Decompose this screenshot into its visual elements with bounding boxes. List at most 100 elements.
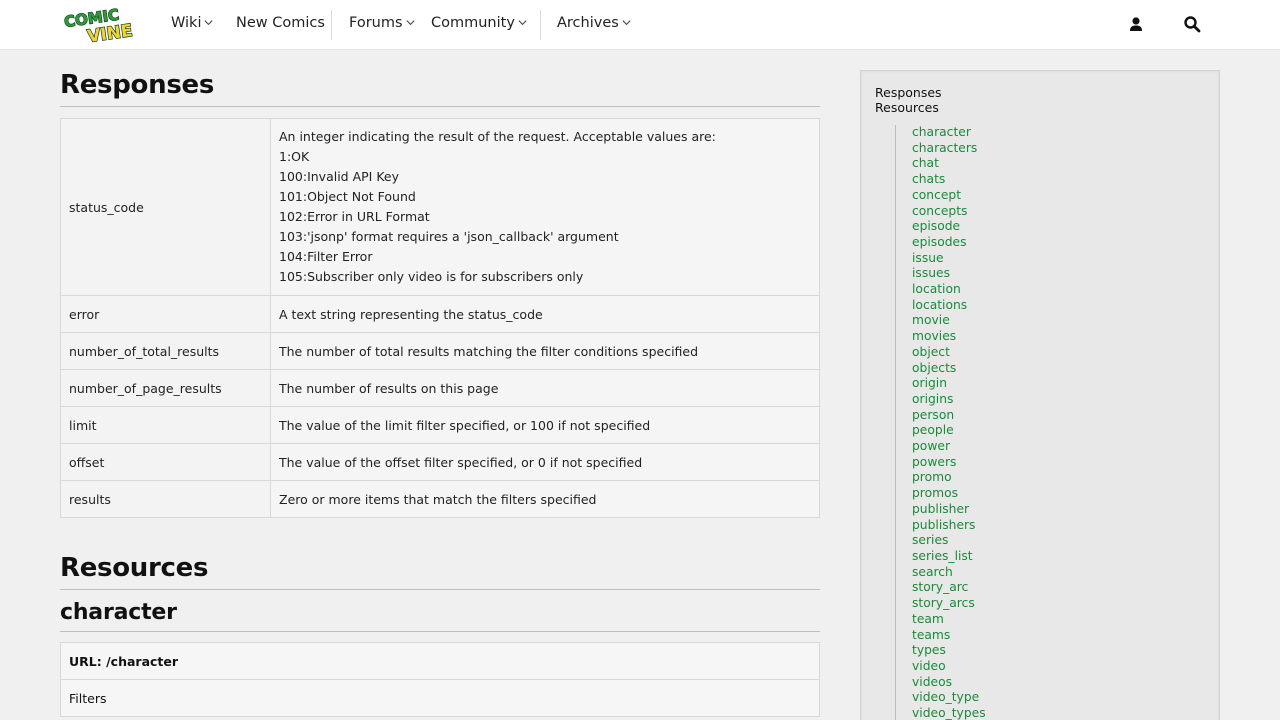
- sidebar-link-resources[interactable]: Resources: [875, 100, 942, 115]
- resource-url: URL: /character: [60, 642, 820, 680]
- nav-community-label: Community: [431, 15, 515, 31]
- sidebar-item[interactable]: types: [912, 643, 986, 659]
- table-row: number_of_page_results The number of res…: [60, 369, 820, 407]
- sidebar-item[interactable]: episode: [912, 219, 986, 235]
- nav-forums-label: Forums: [349, 15, 403, 31]
- response-key: number_of_page_results: [60, 369, 271, 407]
- response-description: The value of the offset filter specified…: [270, 443, 820, 481]
- sidebar-top-links: Responses Resources: [875, 85, 942, 115]
- nav-divider: [540, 10, 541, 40]
- table-row: Filters: [60, 679, 820, 717]
- table-row: offset The value of the offset filter sp…: [60, 443, 820, 481]
- responses-heading: Responses: [60, 70, 820, 107]
- resources-heading: Resources: [60, 553, 820, 590]
- sidebar-item[interactable]: movie: [912, 313, 986, 329]
- response-key: offset: [60, 443, 271, 481]
- description-line: An integer indicating the result of the …: [279, 129, 716, 144]
- nav-wiki-label: Wiki: [171, 15, 202, 31]
- nav-wiki[interactable]: Wiki: [171, 15, 214, 31]
- sidebar-item[interactable]: chat: [912, 156, 986, 172]
- response-key: error: [60, 295, 271, 333]
- chevron-down-icon: [518, 20, 527, 26]
- sidebar-item[interactable]: concepts: [912, 204, 986, 220]
- description-line: 100:Invalid API Key: [279, 169, 400, 184]
- table-row: error A text string representing the sta…: [60, 295, 820, 333]
- character-table: URL: /character Filters: [60, 642, 820, 717]
- sidebar-item[interactable]: power: [912, 439, 986, 455]
- top-navbar: COMIC VINE Wiki New Comics Forums Commun…: [0, 0, 1280, 50]
- comic-vine-logo[interactable]: COMIC VINE: [62, 4, 142, 46]
- sidebar-item[interactable]: video_type: [912, 690, 986, 706]
- response-description: The number of results on this page: [270, 369, 820, 407]
- sidebar-item[interactable]: team: [912, 612, 986, 628]
- chevron-down-icon: [405, 20, 415, 26]
- sidebar-resource-list: character characters chat chats concept …: [895, 125, 986, 720]
- sidebar-item[interactable]: character: [912, 125, 986, 141]
- table-row: URL: /character: [60, 642, 820, 680]
- nav-archives-label: Archives: [557, 15, 619, 31]
- description-line: 102:Error in URL Format: [279, 209, 430, 224]
- description-line: 103:'jsonp' format requires a 'json_call…: [279, 229, 619, 244]
- sidebar-item[interactable]: movies: [912, 329, 986, 345]
- sidebar-item[interactable]: publisher: [912, 502, 986, 518]
- sidebar-item[interactable]: video: [912, 659, 986, 675]
- sidebar-item[interactable]: origins: [912, 392, 986, 408]
- response-description: The value of the limit filter specified,…: [270, 406, 820, 444]
- responses-table: status_code An integer indicating the re…: [60, 118, 820, 518]
- nav-new-comics[interactable]: New Comics: [236, 15, 325, 31]
- sidebar-item[interactable]: publishers: [912, 518, 986, 534]
- description-line: 101:Object Not Found: [279, 189, 416, 204]
- description-line: 104:Filter Error: [279, 249, 373, 264]
- sidebar-item[interactable]: videos: [912, 675, 986, 691]
- response-key: status_code: [60, 118, 271, 296]
- description-line: 1:OK: [279, 149, 310, 164]
- sidebar-item[interactable]: episodes: [912, 235, 986, 251]
- response-description: A text string representing the status_co…: [270, 295, 820, 333]
- sidebar-item[interactable]: series_list: [912, 549, 986, 565]
- sidebar-item[interactable]: series: [912, 533, 986, 549]
- sidebar-item[interactable]: powers: [912, 455, 986, 471]
- chevron-down-icon: [204, 20, 214, 26]
- sidebar-item[interactable]: location: [912, 282, 986, 298]
- sidebar-item[interactable]: promos: [912, 486, 986, 502]
- sidebar-item[interactable]: search: [912, 565, 986, 581]
- chevron-down-icon: [622, 20, 631, 26]
- table-row: results Zero or more items that match th…: [60, 480, 820, 518]
- sidebar-item[interactable]: chats: [912, 172, 986, 188]
- sidebar-item[interactable]: person: [912, 408, 986, 424]
- nav-forums[interactable]: Forums: [349, 15, 416, 31]
- main-content: Responses status_code An integer indicat…: [60, 50, 820, 717]
- sidebar-item[interactable]: story_arc: [912, 580, 986, 596]
- nav-new-comics-label: New Comics: [236, 15, 325, 31]
- response-key: results: [60, 480, 271, 518]
- table-row: number_of_total_results The number of to…: [60, 332, 820, 370]
- nav-divider: [331, 10, 332, 40]
- sidebar-toc: Responses Resources character characters…: [860, 70, 1220, 720]
- sidebar-item[interactable]: issues: [912, 266, 986, 282]
- response-description: Zero or more items that match the filter…: [270, 480, 820, 518]
- response-key: limit: [60, 406, 271, 444]
- search-icon[interactable]: [1183, 15, 1201, 33]
- sidebar-item[interactable]: object: [912, 345, 986, 361]
- response-description: The number of total results matching the…: [270, 332, 820, 370]
- sidebar-item[interactable]: story_arcs: [912, 596, 986, 612]
- sidebar-item[interactable]: people: [912, 423, 986, 439]
- nav-community[interactable]: Community: [431, 15, 528, 31]
- description-line: 105:Subscriber only video is for subscri…: [279, 269, 584, 284]
- sidebar-item[interactable]: concept: [912, 188, 986, 204]
- sidebar-item[interactable]: teams: [912, 628, 986, 644]
- response-description: An integer indicating the result of the …: [270, 118, 820, 296]
- character-heading: character: [60, 600, 820, 632]
- nav-archives[interactable]: Archives: [557, 15, 632, 31]
- sidebar-item[interactable]: promo: [912, 470, 986, 486]
- sidebar-item[interactable]: issue: [912, 251, 986, 267]
- sidebar-item[interactable]: origin: [912, 376, 986, 392]
- user-icon[interactable]: [1127, 15, 1145, 33]
- sidebar-item[interactable]: characters: [912, 141, 986, 157]
- sidebar-item[interactable]: video_types: [912, 706, 986, 720]
- response-key: number_of_total_results: [60, 332, 271, 370]
- sidebar-link-responses[interactable]: Responses: [875, 85, 942, 100]
- sidebar-item[interactable]: locations: [912, 298, 986, 314]
- table-row: limit The value of the limit filter spec…: [60, 406, 820, 444]
- sidebar-item[interactable]: objects: [912, 361, 986, 377]
